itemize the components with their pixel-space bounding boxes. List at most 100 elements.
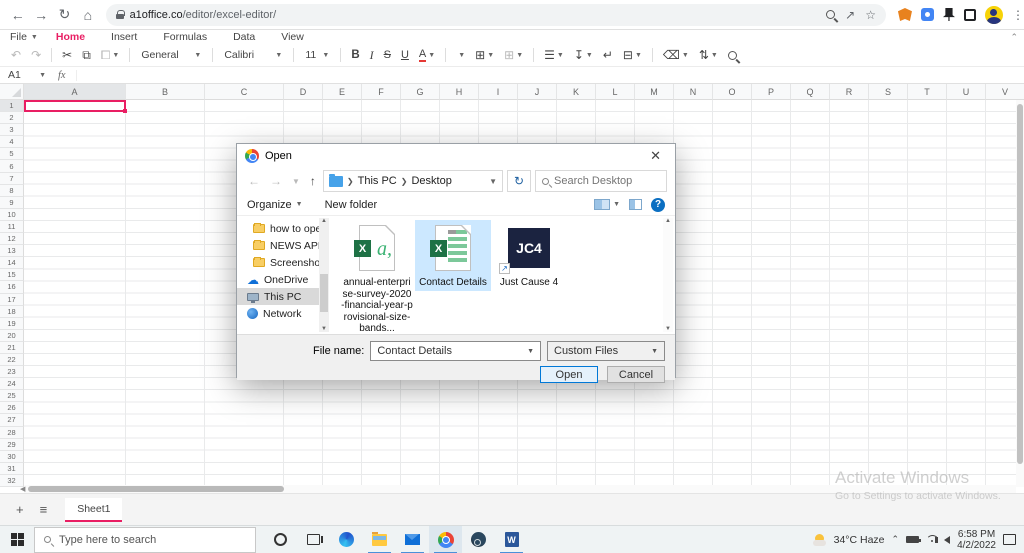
- breadcrumb-desktop[interactable]: Desktop: [411, 175, 451, 187]
- column-header-G[interactable]: G: [401, 84, 440, 100]
- tab-view[interactable]: View: [281, 31, 304, 43]
- sidebar-scrollbar[interactable]: ▲ ▼: [319, 218, 329, 332]
- column-header-T[interactable]: T: [908, 84, 947, 100]
- sidebar-item-network[interactable]: Network: [237, 305, 329, 322]
- close-icon[interactable]: ✕: [644, 148, 667, 164]
- row-header-1[interactable]: 1: [0, 100, 24, 112]
- file-item-annual-enterprise-survey-2020-[interactable]: a,Xannual-enterprise-survey-2020-financi…: [339, 220, 415, 337]
- sidebar-item-this-pc[interactable]: This PC: [237, 288, 329, 305]
- column-header-C[interactable]: C: [205, 84, 284, 100]
- vertical-align-button[interactable]: ↧▼: [569, 45, 598, 65]
- column-header-J[interactable]: J: [518, 84, 557, 100]
- change-view-button[interactable]: ▼: [594, 199, 620, 210]
- row-header-17[interactable]: 17: [0, 294, 24, 306]
- row-header-13[interactable]: 13: [0, 245, 24, 257]
- battery-icon[interactable]: [906, 536, 919, 543]
- row-header-22[interactable]: 22: [0, 354, 24, 366]
- metamask-icon[interactable]: [898, 8, 912, 21]
- strikethrough-button[interactable]: S: [379, 45, 396, 65]
- chrome-button[interactable]: [429, 526, 462, 553]
- paste-icon[interactable]: ⧠▼: [96, 45, 125, 65]
- new-folder-button[interactable]: New folder: [325, 199, 378, 211]
- row-header-29[interactable]: 29: [0, 439, 24, 451]
- browser-forward-icon[interactable]: →: [29, 3, 52, 27]
- sidebar-item-how-to-open-doc[interactable]: how to open doc: [237, 220, 329, 237]
- column-header-S[interactable]: S: [869, 84, 908, 100]
- scroll-up-icon[interactable]: ▲: [321, 218, 327, 224]
- row-header-19[interactable]: 19: [0, 318, 24, 330]
- vertical-scrollbar[interactable]: [1016, 100, 1024, 487]
- tab-home[interactable]: Home: [56, 31, 85, 43]
- row-header-24[interactable]: 24: [0, 378, 24, 390]
- window-extension-icon[interactable]: [964, 9, 976, 21]
- open-button[interactable]: Open: [540, 366, 598, 383]
- wrap-text-button[interactable]: ↵: [598, 45, 618, 65]
- number-format-select[interactable]: General▼: [135, 46, 207, 64]
- tab-data[interactable]: Data: [233, 31, 255, 43]
- row-header-20[interactable]: 20: [0, 330, 24, 342]
- column-header-I[interactable]: I: [479, 84, 518, 100]
- font-size-select[interactable]: 11▼: [299, 46, 335, 64]
- file-explorer-button[interactable]: [363, 526, 396, 553]
- column-header-Q[interactable]: Q: [791, 84, 830, 100]
- column-header-B[interactable]: B: [126, 84, 205, 100]
- nav-back-icon[interactable]: ←: [245, 174, 263, 188]
- row-header-27[interactable]: 27: [0, 414, 24, 426]
- extension-blue-icon[interactable]: [921, 8, 934, 21]
- row-header-11[interactable]: 11: [0, 221, 24, 233]
- row-header-9[interactable]: 9: [0, 197, 24, 209]
- dialog-search-box[interactable]: Search Desktop: [535, 170, 667, 192]
- column-header-F[interactable]: F: [362, 84, 401, 100]
- row-header-8[interactable]: 8: [0, 185, 24, 197]
- horizontal-scrollbar-thumb[interactable]: [28, 486, 284, 492]
- column-header-E[interactable]: E: [323, 84, 362, 100]
- row-header-25[interactable]: 25: [0, 390, 24, 402]
- sidebar-item-screenshots1[interactable]: Screenshots1: [237, 254, 329, 271]
- address-bar[interactable]: a1office.co/editor/excel-editor/ ↗ ☆: [106, 4, 886, 26]
- column-header-N[interactable]: N: [674, 84, 713, 100]
- row-header-5[interactable]: 5: [0, 148, 24, 160]
- weather-text[interactable]: 34°C Haze: [834, 534, 885, 546]
- merge-cells-button[interactable]: ⊟▼: [618, 45, 647, 65]
- collapse-ribbon-icon[interactable]: ⌃: [1010, 32, 1018, 43]
- refresh-icon[interactable]: ↻: [507, 170, 531, 192]
- column-header-P[interactable]: P: [752, 84, 791, 100]
- column-header-R[interactable]: R: [830, 84, 869, 100]
- bookmark-star-icon[interactable]: ☆: [865, 8, 876, 22]
- column-header-A[interactable]: A: [24, 84, 126, 100]
- file-type-select[interactable]: Custom Files▼: [547, 341, 665, 361]
- taskbar-search-box[interactable]: Type here to search: [34, 527, 256, 553]
- hidden-icons-chevron[interactable]: ⌃: [892, 534, 900, 545]
- zoom-icon[interactable]: [826, 10, 835, 19]
- vertical-scrollbar-thumb[interactable]: [1017, 104, 1023, 464]
- all-sheets-icon[interactable]: ≡: [40, 502, 48, 517]
- row-header-4[interactable]: 4: [0, 136, 24, 148]
- font-color-button[interactable]: A▼: [414, 45, 440, 65]
- row-header-31[interactable]: 31: [0, 463, 24, 475]
- browser-menu-icon[interactable]: ⋮: [1012, 8, 1024, 22]
- browser-back-icon[interactable]: ←: [6, 3, 29, 27]
- address-dropdown-icon[interactable]: ▼: [489, 177, 497, 186]
- breadcrumb-this-pc[interactable]: This PC: [358, 175, 397, 187]
- tab-formulas[interactable]: Formulas: [163, 31, 207, 43]
- copy-icon[interactable]: ⧉: [77, 45, 96, 65]
- row-header-16[interactable]: 16: [0, 281, 24, 293]
- start-button[interactable]: [0, 526, 34, 553]
- row-header-28[interactable]: 28: [0, 427, 24, 439]
- taskbar-clock[interactable]: 6:58 PM 4/2/2022: [957, 529, 996, 551]
- mail-button[interactable]: [396, 526, 429, 553]
- profile-avatar[interactable]: [985, 6, 1003, 24]
- cut-icon[interactable]: ✂: [57, 45, 77, 65]
- add-sheet-icon[interactable]: +: [16, 502, 24, 517]
- files-scrollbar[interactable]: ▲ ▼: [663, 218, 673, 332]
- file-item-contact-details[interactable]: XContact Details: [415, 220, 491, 291]
- column-header-H[interactable]: H: [440, 84, 479, 100]
- column-header-K[interactable]: K: [557, 84, 596, 100]
- share-icon[interactable]: ↗: [845, 8, 855, 22]
- row-header-21[interactable]: 21: [0, 342, 24, 354]
- clear-format-button[interactable]: ⌫▼: [658, 45, 694, 65]
- column-header-V[interactable]: V: [986, 84, 1024, 100]
- dialog-address-bar[interactable]: ❯ This PC ❯ Desktop ▼: [323, 170, 503, 192]
- scroll-up-icon[interactable]: ▲: [665, 218, 671, 224]
- row-header-14[interactable]: 14: [0, 257, 24, 269]
